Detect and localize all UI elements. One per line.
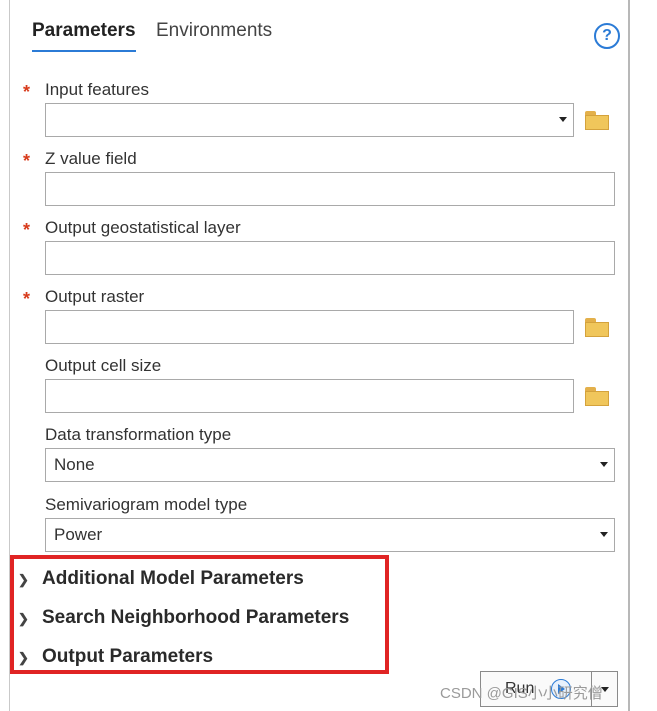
chevron-down-icon <box>600 462 608 467</box>
semivariogram-model-label: Semivariogram model type <box>45 495 248 514</box>
z-value-field-label: Z value field <box>45 149 137 168</box>
input-features-label: Input features <box>45 80 149 99</box>
chevron-down-icon <box>559 117 567 122</box>
data-transformation-label: Data transformation type <box>45 425 232 444</box>
output-geostat-layer-input[interactable] <box>45 241 615 275</box>
geoprocessing-pane: Parameters Environments ? * Input featur… <box>9 0 630 711</box>
data-transformation-select[interactable]: None <box>45 448 615 482</box>
output-cell-size-input[interactable] <box>45 379 574 413</box>
output-geostat-layer-label: Output geostatistical layer <box>45 218 241 237</box>
required-marker: * <box>23 220 31 240</box>
output-raster-label: Output raster <box>45 287 145 306</box>
browse-folder-icon[interactable] <box>585 387 611 407</box>
required-marker: * <box>23 151 31 171</box>
input-features-dropdown[interactable] <box>45 103 574 137</box>
browse-folder-icon[interactable] <box>585 111 611 131</box>
semivariogram-model-select[interactable]: Power <box>45 518 615 552</box>
required-marker: * <box>23 289 31 309</box>
z-value-field-dropdown[interactable] <box>45 172 615 206</box>
watermark: CSDN @GIS小小研究僧 <box>440 685 603 702</box>
browse-folder-icon[interactable] <box>585 318 611 338</box>
highlight-box <box>10 555 389 674</box>
chevron-down-icon <box>600 532 608 537</box>
required-marker: * <box>23 82 31 102</box>
tab-environments[interactable]: Environments <box>156 20 272 42</box>
output-raster-input[interactable] <box>45 310 574 344</box>
tab-parameters[interactable]: Parameters <box>32 20 136 52</box>
output-cell-size-label: Output cell size <box>45 356 162 375</box>
help-icon[interactable]: ? <box>594 23 620 49</box>
